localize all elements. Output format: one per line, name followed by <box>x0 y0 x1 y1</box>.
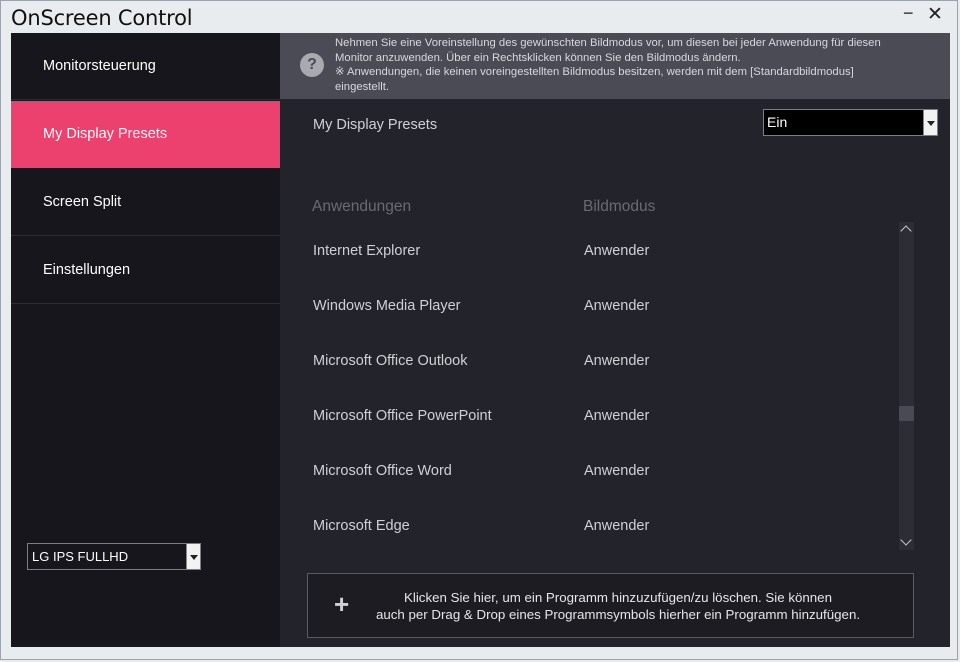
plus-icon: + <box>334 589 350 619</box>
presets-toggle-select[interactable]: Ein <box>763 109 938 136</box>
question-icon: ? <box>300 53 324 77</box>
table-row[interactable]: Internet Explorer Anwender <box>280 243 880 298</box>
app-name: Microsoft Office Word <box>313 463 452 479</box>
sidebar-item-label: My Display Presets <box>43 126 168 142</box>
add-program-line: auch per Drag & Drop eines Programmsymbo… <box>375 607 861 622</box>
app-name: Microsoft Edge <box>313 518 410 534</box>
info-line: Monitor anzuwenden. Über ein Rechtsklick… <box>335 51 741 64</box>
sidebar-item-label: Einstellungen <box>43 262 131 278</box>
sidebar-item-my-display-presets[interactable]: My Display Presets <box>11 101 280 168</box>
sidebar-item-label: Screen Split <box>43 194 122 210</box>
scroll-down-icon[interactable] <box>899 535 914 550</box>
add-program-button[interactable]: + Klicken Sie hier, um ein Programm hinz… <box>307 573 914 638</box>
table-row[interactable]: Microsoft Edge Anwender <box>280 518 880 573</box>
close-button[interactable]: ✕ <box>927 3 943 26</box>
column-header-picture-mode: Bildmodus <box>583 198 656 215</box>
table-row[interactable]: Microsoft Office Outlook Anwender <box>280 353 880 408</box>
sidebar-item-screen-split[interactable]: Screen Split <box>11 169 280 236</box>
add-program-text: Klicken Sie hier, um ein Programm hinzuz… <box>358 589 878 623</box>
add-program-line: Klicken Sie hier, um ein Programm hinzuz… <box>404 590 832 605</box>
chevron-down-icon[interactable] <box>923 110 937 135</box>
presets-label: My Display Presets <box>313 117 438 133</box>
app-name: Windows Media Player <box>313 298 461 314</box>
title-bar[interactable]: OnScreen Control − ✕ <box>1 1 959 33</box>
column-header-applications: Anwendungen <box>312 198 412 215</box>
table-row[interactable]: Windows Media Player Anwender <box>280 298 880 353</box>
app-name: Microsoft Office PowerPoint <box>313 408 492 424</box>
info-text: Nehmen Sie eine Voreinstellung des gewün… <box>335 36 935 94</box>
minimize-button[interactable]: − <box>903 3 914 24</box>
picture-mode[interactable]: Anwender <box>584 463 649 479</box>
scrollbar-thumb[interactable] <box>899 406 914 421</box>
info-line: ※ Anwendungen, die keinen voreingestellt… <box>335 66 854 78</box>
main-content: ? Nehmen Sie eine Voreinstellung des gew… <box>280 33 950 647</box>
info-banner: ? Nehmen Sie eine Voreinstellung des gew… <box>280 33 950 99</box>
monitor-select[interactable]: LG IPS FULLHD <box>27 543 201 570</box>
sidebar-item-label: Monitorsteuerung <box>43 58 156 74</box>
app-name: Microsoft Office Outlook <box>313 353 468 369</box>
chevron-down-icon[interactable] <box>186 544 200 569</box>
scroll-up-icon[interactable] <box>899 222 914 237</box>
sidebar-item-monitorsteuerung[interactable]: Monitorsteuerung <box>11 33 280 100</box>
monitor-select-value: LG IPS FULLHD <box>32 549 129 564</box>
presets-select-value: Ein <box>767 114 788 130</box>
table-scrollbar[interactable] <box>899 222 914 550</box>
info-line: eingestellt. <box>335 80 390 93</box>
info-line: Nehmen Sie eine Voreinstellung des gewün… <box>335 37 881 49</box>
picture-mode[interactable]: Anwender <box>584 353 649 369</box>
app-window: OnScreen Control − ✕ Monitorsteuerung My… <box>0 0 958 660</box>
window-title: OnScreen Control <box>11 6 193 30</box>
picture-mode[interactable]: Anwender <box>584 408 649 424</box>
table-row[interactable]: Microsoft Office Word Anwender <box>280 463 880 518</box>
sidebar-item-einstellungen[interactable]: Einstellungen <box>11 237 280 304</box>
picture-mode[interactable]: Anwender <box>584 518 649 534</box>
sidebar: Monitorsteuerung My Display Presets Scre… <box>11 33 280 647</box>
app-name: Internet Explorer <box>313 243 421 259</box>
picture-mode[interactable]: Anwender <box>584 243 649 259</box>
table-row[interactable]: Microsoft Office PowerPoint Anwender <box>280 408 880 463</box>
picture-mode[interactable]: Anwender <box>584 298 649 314</box>
